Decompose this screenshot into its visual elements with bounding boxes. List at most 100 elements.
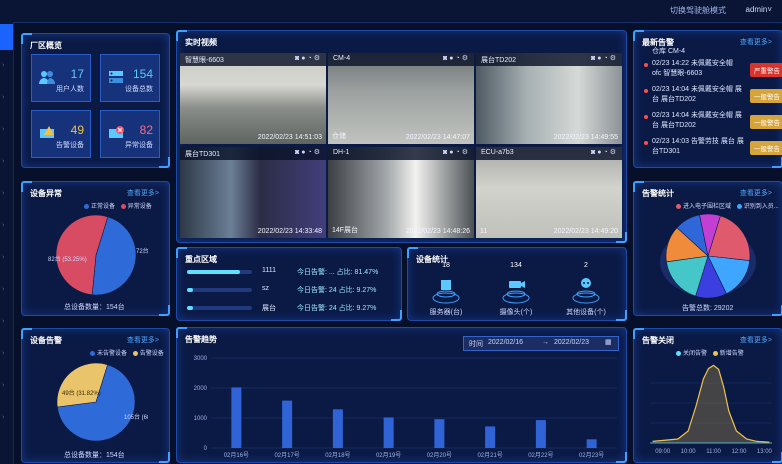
camera-controls[interactable]: ◙●◔⚙ (295, 54, 322, 62)
camera-overlay-label: 11 (480, 228, 488, 235)
robot-icon (572, 278, 600, 304)
nav-chevron-icon[interactable]: › (2, 414, 4, 421)
error-device-tile[interactable]: 82 异常设备 (100, 110, 160, 158)
alarm-dot (644, 89, 648, 93)
alarm-item[interactable]: 02/23 14:04 未佩戴安全帽 展台 展台TD202 一般警告 (644, 85, 782, 111)
alarm-item-text: 02/23 14:04 未佩戴安全帽 展台 展台TD202 (652, 111, 744, 131)
settings-icon[interactable]: ⚙ (462, 149, 470, 156)
camera-controls[interactable]: ◙●◔⚙ (443, 148, 470, 156)
y-tick-label: 3000 (194, 356, 208, 362)
alarm-device-icon (40, 126, 54, 138)
chart-legend: 正常设备 异常设备 (84, 201, 152, 210)
switch-cockpit-mode-link[interactable]: 切换驾驶舱模式 (670, 5, 726, 16)
bar (231, 387, 242, 448)
other-device-value: 2 (584, 262, 588, 269)
other-device-stat[interactable]: 2 其他设备(个) (558, 262, 614, 316)
panel-title: 告警关闭 (642, 336, 674, 345)
panel-title: 实时视频 (185, 38, 217, 47)
alarm-trend-panel: 告警趋势 时间 2022/02/16 → 2022/02/23 ▦ 0 1000 2… (176, 327, 627, 463)
date-from-value[interactable]: 2022/02/16 (488, 339, 523, 346)
nav-chevron-icon[interactable]: › (2, 158, 4, 165)
camera-controls[interactable]: ◙●◔⚙ (295, 148, 322, 156)
focus-area-row[interactable]: sz 今日告警: 24 占比: 9.27% (187, 284, 392, 296)
nav-item-active[interactable] (0, 24, 13, 50)
error-device-value: 82 (139, 123, 153, 137)
server-count-stat[interactable]: 18 服务器(台) (418, 262, 474, 316)
top-bar: 切换驾驶舱模式 admin˅ (0, 0, 782, 23)
camera-feed[interactable]: 展台TD202 ◙●◔⚙ 2022/02/23 14:49:55 (476, 53, 622, 144)
camera-timestamp: 2022/02/23 14:47:07 (405, 134, 470, 141)
date-to-value[interactable]: 2022/02/23 (554, 339, 589, 346)
view-more-link[interactable]: 查看更多> (740, 335, 772, 345)
focus-area-row[interactable]: 展台 今日告警: 24 占比: 9.27% (187, 302, 392, 314)
progress-track (187, 306, 252, 310)
nav-chevron-icon[interactable]: › (2, 318, 4, 325)
view-more-link[interactable]: 查看更多> (740, 188, 772, 198)
camera-controls[interactable]: ◙●◔⚙ (591, 148, 618, 156)
device-total-value: 154 (132, 67, 153, 81)
y-tick-label: 2000 (194, 386, 208, 392)
panel-title: 告警统计 (642, 189, 674, 198)
camera-controls[interactable]: ◙●◔⚙ (443, 54, 470, 62)
legend-label: 告警设备 (139, 351, 164, 357)
date-range-picker[interactable]: 时间 2022/02/16 → 2022/02/23 ▦ (463, 336, 619, 351)
user-count-tile[interactable]: 17 用户人数 (31, 54, 91, 102)
alarm-item[interactable]: 02/23 14:22 未佩戴安全帽 ofc 智慧眼-6603 严重警告 (644, 59, 782, 85)
camera-name: CM-4 (333, 55, 351, 62)
nav-chevron-icon[interactable]: › (2, 286, 4, 293)
view-more-link[interactable]: 查看更多> (127, 335, 159, 345)
focus-area-name: 展台 (262, 305, 276, 312)
camera-feed[interactable]: ECU-a7b3 ◙●◔⚙ 2022/02/23 14:49:20 11 (476, 147, 622, 238)
nav-chevron-icon[interactable]: › (2, 62, 4, 69)
camera-timestamp: 2022/02/23 14:33:48 (257, 228, 322, 235)
legend-swatch (90, 350, 95, 356)
camera-feed[interactable]: CM-4 ◙●◔⚙ 2022/02/23 14:47:07 仓储 (328, 53, 474, 144)
user-name: admin (745, 5, 768, 14)
nav-chevron-icon[interactable]: › (2, 126, 4, 133)
camera-feed[interactable]: 智慧眼-6603 ◙●◔⚙ 2022/02/23 14:51:03 (180, 53, 326, 144)
device-anomaly-pie-chart: 72台 (46.75%) 82台 (53.25%) (48, 214, 148, 296)
settings-icon[interactable]: ⚙ (610, 149, 618, 156)
chart-legend: 未告警设备 告警设备 (90, 348, 164, 357)
alarm-device-label: 告警设备 (56, 142, 84, 149)
panel-title: 重点区域 (185, 255, 217, 264)
user-menu[interactable]: admin˅ (746, 5, 772, 14)
settings-icon[interactable]: ⚙ (610, 55, 618, 62)
nav-chevron-icon[interactable]: › (2, 94, 4, 101)
bar (586, 439, 597, 448)
alarm-item[interactable]: 02/23 14:04 未佩戴安全帽 展台 展台TD202 一般警告 (644, 111, 782, 137)
settings-icon[interactable]: ⚙ (462, 55, 470, 62)
y-tick-label: 1000 (194, 416, 208, 422)
latest-alarms-panel: 最新告警 查看更多> 仓库 CM-4 02/23 14:22 未佩戴安全帽 of… (633, 30, 782, 168)
alarm-item[interactable]: 02/23 14:03 告警劳技 展台 展台TD301 一般警告 (644, 137, 782, 163)
calendar-icon[interactable]: ▦ (605, 338, 612, 346)
device-stats-panel: 设备统计 18 服务器(台) 134 摄像头(个) 2 其他设备(个) (407, 247, 627, 321)
nav-chevron-icon[interactable]: › (2, 350, 4, 357)
camera-feed[interactable]: 展台TD301 ◙●◔⚙ 2022/02/23 14:33:48 (180, 147, 326, 238)
legend-label: 异常设备 (127, 204, 152, 210)
camera-controls[interactable]: ◙●◔⚙ (591, 54, 618, 62)
legend-swatch (132, 350, 138, 356)
nav-chevron-icon[interactable]: › (2, 254, 4, 261)
bar (282, 400, 293, 448)
camera-feed[interactable]: DH-1 ◙●◔⚙ 2022/02/23 14:48:26 14F展台 (328, 147, 474, 238)
device-total-tile[interactable]: 154 设备总数 (100, 54, 160, 102)
nav-chevron-icon[interactable]: › (2, 382, 4, 389)
camera-timestamp: 2022/02/23 14:49:20 (553, 228, 618, 235)
nav-chevron-icon[interactable]: › (2, 222, 4, 229)
device-alarm-pie-chart: 105台 (68.18%) 49台 (31.82%) (56, 362, 148, 442)
legend-label: 正常设备 (91, 204, 116, 210)
nav-chevron-icon[interactable]: › (2, 190, 4, 197)
camera-count-value: 134 (510, 262, 522, 269)
x-tick-label: 02月17号 (274, 452, 299, 459)
camera-name: DH-1 (333, 149, 350, 156)
settings-icon[interactable]: ⚙ (314, 55, 322, 62)
alarm-item-text: 仓库 CM-4 (652, 48, 686, 55)
camera-count-stat[interactable]: 134 摄像头(个) (488, 262, 544, 316)
view-more-link[interactable]: 查看更多> (740, 37, 772, 47)
alarm-device-tile[interactable]: 49 告警设备 (31, 110, 91, 158)
camera-header: 智慧眼-6603 ◙●◔⚙ (180, 53, 326, 66)
view-more-link[interactable]: 查看更多> (127, 188, 159, 198)
settings-icon[interactable]: ⚙ (314, 149, 322, 156)
focus-area-row[interactable]: 1111 今日告警: ... 占比: 81.47% (187, 266, 392, 278)
